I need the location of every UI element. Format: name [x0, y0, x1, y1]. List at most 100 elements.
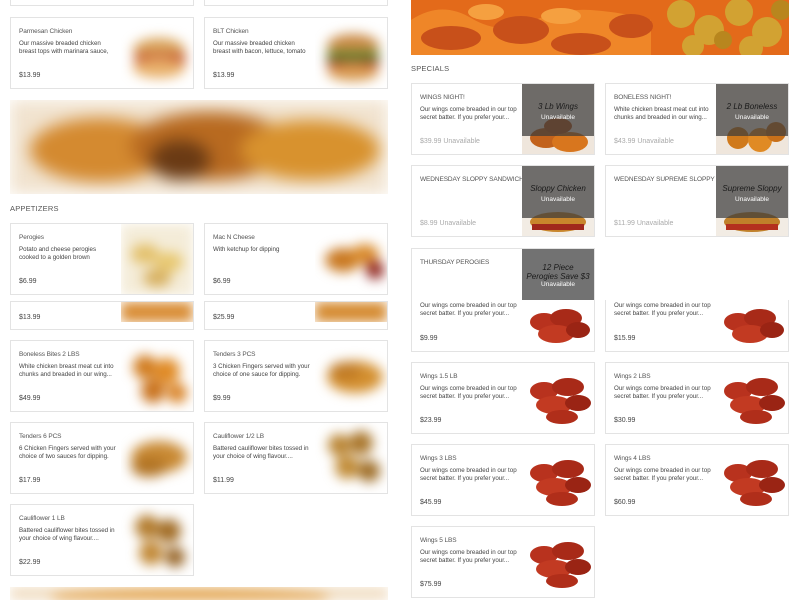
overlay-title: 12 Piece Perogies Save $3 — [526, 263, 590, 281]
item-description: Our wings come breaded in our top secret… — [614, 467, 711, 483]
menu-item-boneless-bites-2lbs[interactable]: Boneless Bites 2 LBS White chicken breas… — [10, 340, 194, 412]
item-price: $49.99 — [19, 395, 41, 402]
item-image — [315, 224, 387, 294]
item-image — [121, 423, 193, 493]
item-name: WINGS NIGHT! — [420, 94, 465, 101]
item-image — [121, 341, 193, 411]
item-description: Potato and cheese perogies cooked to a g… — [19, 246, 97, 263]
item-image — [121, 505, 193, 575]
unavailable-overlay: Supreme Sloppy Unavailable — [716, 166, 788, 218]
item-image — [121, 18, 193, 88]
item-name: Tenders 3 PCS — [213, 351, 256, 358]
item-description: Our wings come breaded in our top secret… — [420, 467, 517, 483]
item-image — [716, 363, 788, 433]
item-image — [522, 527, 594, 597]
item-name: Wings 3 LBS — [420, 455, 457, 462]
item-price: $25.99 — [213, 314, 235, 321]
item-image — [716, 445, 788, 515]
menu-item-blt-chicken[interactable]: BLT Chicken Our massive breaded chicken … — [204, 17, 388, 89]
item-name: THURSDAY PEROGIES — [420, 259, 490, 266]
item-price: $39.99 Unavailable — [420, 138, 480, 145]
menu-item-wings-2lbs[interactable]: Wings 2 LBS Our wings come breaded in ou… — [605, 362, 789, 434]
menu-item-tenders-3pcs[interactable]: Tenders 3 PCS 3 Chicken Fingers served w… — [204, 340, 388, 412]
menu-item-partial-1[interactable]: $13.99 — [10, 301, 194, 330]
unavailable-overlay: 2 Lb Boneless Unavailable — [716, 84, 788, 136]
item-description: White chicken breast meat cut into chunk… — [614, 106, 709, 122]
menu-item-wings-4lbs[interactable]: Wings 4 LBS Our wings come breaded in ou… — [605, 444, 789, 516]
item-name: Parmesan Chicken — [19, 28, 73, 35]
overlay-title: 2 Lb Boneless — [726, 102, 778, 111]
item-name: BLT Chicken — [213, 28, 249, 35]
item-name: Boneless Bites 2 LBS — [19, 351, 80, 358]
special-wednesday-sloppy-sandwich[interactable]: WEDNESDAY SLOPPY SANDWICH $8.99 Unavaila… — [411, 165, 595, 237]
special-wings-night[interactable]: WINGS NIGHT! Our wings come breaded in o… — [411, 83, 595, 155]
item-price: $6.99 — [19, 278, 37, 285]
special-boneless-night[interactable]: BONELESS NIGHT! White chicken breast mea… — [605, 83, 789, 155]
item-name: Perogies — [19, 234, 44, 241]
item-image — [522, 300, 594, 351]
menu-item-mac-n-cheese[interactable]: Mac N Cheese With ketchup for dipping $6… — [204, 223, 388, 295]
item-price: $9.99 — [213, 395, 231, 402]
item-description: Battered cauliflower bites tossed in you… — [19, 527, 115, 543]
item-price: $30.99 — [614, 417, 636, 424]
item-price: $11.99 Unavailable — [614, 220, 674, 227]
menu-item-wings-3lbs[interactable]: Wings 3 LBS Our wings come breaded in ou… — [411, 444, 595, 516]
item-image — [315, 302, 387, 322]
overlay-title: Sloppy Chicken — [530, 184, 586, 193]
item-description: Our massive breaded chicken breast tops … — [19, 40, 109, 57]
item-price: $23.99 — [420, 417, 442, 424]
item-description: Battered cauliflower bites tossed in you… — [213, 445, 309, 461]
item-image — [522, 363, 594, 433]
item-price: $15.99 — [614, 335, 636, 342]
item-name: Cauliflower 1 LB — [19, 515, 65, 522]
item-price: $11.99 — [213, 477, 234, 484]
item-description: Our wings come breaded in our top secret… — [420, 302, 517, 318]
item-image — [315, 423, 387, 493]
item-description: White chicken breast meat cut into chunk… — [19, 363, 114, 379]
overlay-status: Unavailable — [541, 196, 575, 203]
item-image — [716, 300, 788, 351]
item-image — [121, 224, 193, 294]
menu-item-wings-medium[interactable]: Our wings come breaded in our top secret… — [605, 300, 789, 352]
item-name: WEDNESDAY SLOPPY SANDWICH — [420, 176, 524, 183]
top-partial-card-left[interactable] — [10, 0, 194, 6]
item-image — [315, 18, 387, 88]
special-thursday-perogies[interactable]: THURSDAY PEROGIES 12 Piece Perogies Save… — [411, 248, 595, 300]
item-image — [315, 341, 387, 411]
item-name: WEDNESDAY SUPREME SLOPPY — [614, 176, 715, 183]
overlay-status: Unavailable — [735, 196, 769, 203]
item-description: 6 Chicken Fingers served with your choic… — [19, 445, 116, 461]
menu-item-wings-5lbs[interactable]: Wings 5 LBS Our wings come breaded in ou… — [411, 526, 595, 598]
menu-item-cauliflower-1lb[interactable]: Cauliflower 1 LB Battered cauliflower bi… — [10, 504, 194, 576]
menu-item-partial-2[interactable]: $25.99 — [204, 301, 388, 330]
special-wednesday-supreme-sloppy[interactable]: WEDNESDAY SUPREME SLOPPY $11.99 Unavaila… — [605, 165, 789, 237]
item-description: Our wings come breaded in our top secret… — [420, 549, 517, 565]
overlay-title: Supreme Sloppy — [722, 184, 782, 193]
menu-item-cauliflower-half-lb[interactable]: Cauliflower 1/2 LB Battered cauliflower … — [204, 422, 388, 494]
unavailable-overlay: Sloppy Chicken Unavailable — [522, 166, 594, 218]
menu-item-perogies[interactable]: Perogies Potato and cheese perogies cook… — [10, 223, 194, 295]
top-partial-card-right[interactable] — [204, 0, 388, 6]
section-title-appetizers: APPETIZERS — [10, 204, 59, 213]
item-description: Our massive breaded chicken breast with … — [213, 40, 306, 57]
item-price: $45.99 — [420, 499, 442, 506]
category-banner-image-bottom — [10, 587, 388, 600]
hero-wings-image — [411, 0, 789, 55]
overlay-title: 3 Lb Wings — [538, 102, 578, 111]
menu-item-tenders-6pcs[interactable]: Tenders 6 PCS 6 Chicken Fingers served w… — [10, 422, 194, 494]
item-price: $43.99 Unavailable — [614, 138, 674, 145]
item-price: $6.99 — [213, 278, 231, 285]
unavailable-overlay: 3 Lb Wings Unavailable — [522, 84, 594, 136]
item-price: $13.99 — [19, 314, 41, 321]
menu-item-wings-small[interactable]: Our wings come breaded in our top secret… — [411, 300, 595, 352]
item-price: $13.99 — [213, 72, 235, 79]
item-price: $8.99 Unavailable — [420, 220, 477, 227]
item-image — [522, 445, 594, 515]
item-description: Our wings come breaded in our top secret… — [614, 385, 711, 401]
item-name: Mac N Cheese — [213, 234, 255, 241]
menu-item-parmesan-chicken[interactable]: Parmesan Chicken Our massive breaded chi… — [10, 17, 194, 89]
menu-item-wings-1-5lb[interactable]: Wings 1.5 LB Our wings come breaded in o… — [411, 362, 595, 434]
overlay-status: Unavailable — [541, 281, 575, 288]
section-title-specials: SPECIALS — [411, 64, 450, 73]
item-description: Our wings come breaded in our top secret… — [420, 385, 517, 401]
